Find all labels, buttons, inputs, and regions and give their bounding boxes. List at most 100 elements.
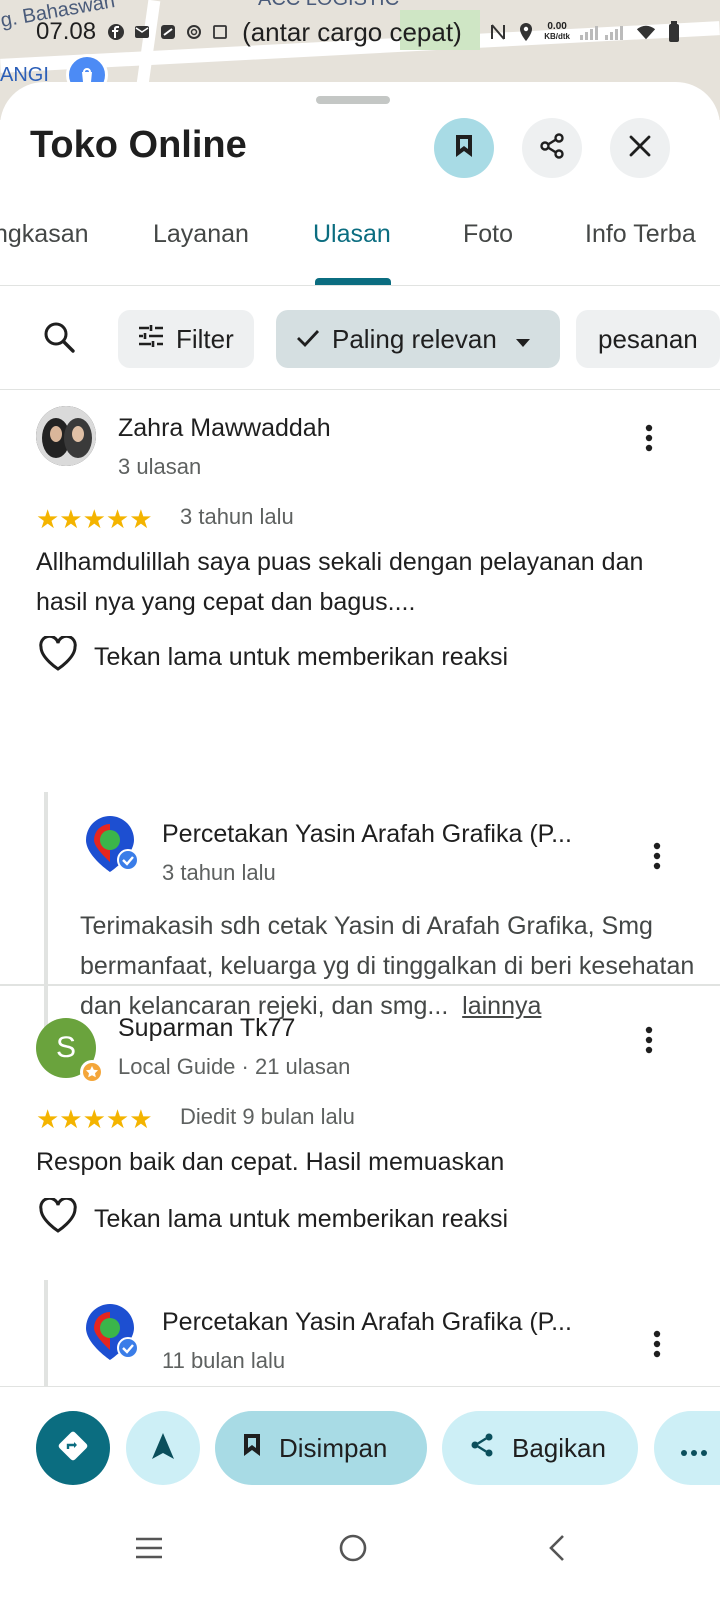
system-navigation-bar — [0, 1504, 720, 1600]
bookmark-icon — [453, 133, 475, 164]
review-text: Allhamdulillah saya puas sekali dengan p… — [36, 548, 644, 616]
home-button[interactable] — [331, 1528, 375, 1572]
review-text: Respon baik dan cepat. Hasil memuaskan — [36, 1148, 505, 1176]
directions-icon — [55, 1428, 91, 1469]
saved-label: Disimpan — [279, 1432, 388, 1463]
filter-chip[interactable]: Filter — [118, 310, 254, 368]
tab-ringkasan[interactable]: ngkasan — [0, 220, 89, 249]
nfc-icon — [488, 22, 508, 42]
review-card: S Suparman Tk77 Local Guide · 21 ulasan … — [0, 986, 720, 1386]
more-vert-icon — [653, 842, 661, 875]
menu-icon — [134, 1536, 164, 1565]
map-label: (antar cargo cepat) — [242, 16, 462, 47]
status-bar: 07.08 (antar cargo cepat) 0.00 KB/dtk — [0, 14, 720, 50]
react-button[interactable]: Tekan lama untuk memberikan reaksi — [38, 634, 509, 679]
react-button[interactable]: Tekan lama untuk memberikan reaksi — [38, 1196, 509, 1241]
openai-icon — [184, 22, 204, 42]
network-speed-value: 0.00 — [547, 21, 567, 32]
dropdown-arrow-icon — [515, 324, 531, 355]
sort-chip[interactable]: Paling relevan — [276, 310, 560, 368]
reviewer-name[interactable]: Zahra Mawwaddah — [118, 414, 331, 443]
place-sheet: Toko Online ngkasan Layanan Ulasan Foto … — [0, 82, 720, 1600]
save-button[interactable] — [434, 118, 494, 178]
more-horiz-icon — [680, 1433, 708, 1464]
facebook-icon — [106, 22, 126, 42]
tune-icon — [138, 324, 164, 355]
reaction-hint: Tekan lama untuk memberikan reaksi — [94, 643, 509, 671]
wifi-icon — [636, 22, 656, 42]
map-label: ACC LOGISTIC — [258, 0, 399, 11]
reviewer-meta: Local Guide · 21 ulasan — [118, 1054, 351, 1079]
share-icon — [538, 132, 566, 165]
star-rating: ★★★★★ — [36, 506, 153, 532]
status-time: 07.08 — [36, 18, 97, 45]
signal-icon — [578, 22, 628, 42]
more-options-button[interactable] — [634, 420, 664, 460]
local-guide-badge-icon — [80, 1060, 104, 1084]
owner-reply: Percetakan Yasin Arafah Grafika (P... 11… — [44, 1280, 704, 1386]
tab-layanan[interactable]: Layanan — [153, 220, 249, 249]
heart-icon — [38, 1196, 78, 1241]
bookmark-icon — [241, 1432, 263, 1465]
more-options-button[interactable] — [642, 1326, 672, 1366]
owner-logo[interactable] — [84, 1302, 140, 1362]
share-action-button[interactable]: Bagikan — [442, 1411, 638, 1485]
reaction-hint: Tekan lama untuk memberikan reaksi — [94, 1205, 509, 1233]
share-icon — [468, 1431, 496, 1466]
review-date: 3 tahun lalu — [180, 504, 294, 529]
back-button[interactable] — [535, 1528, 579, 1572]
directions-button[interactable] — [36, 1411, 110, 1485]
more-actions-button[interactable] — [654, 1411, 720, 1485]
place-title: Toko Online — [30, 124, 247, 166]
recent-apps-button[interactable] — [127, 1528, 171, 1572]
action-bar: Disimpan Bagikan — [0, 1386, 720, 1504]
topic-chip[interactable]: pesanan — [576, 310, 720, 368]
review-card: Zahra Mawwaddah 3 ulasan ★★★★★ 3 tahun l… — [0, 390, 720, 1038]
tab-foto[interactable]: Foto — [463, 220, 513, 249]
review-date: Diedit 9 bulan lalu — [180, 1104, 355, 1129]
search-icon — [42, 320, 76, 359]
check-icon — [296, 324, 320, 355]
location-icon — [516, 22, 536, 42]
star-rating-icons: ★★★★★ — [36, 504, 153, 534]
reviewer-meta: 3 ulasan — [118, 454, 202, 479]
reviewer-avatar[interactable] — [36, 406, 96, 466]
star-rating-icons: ★★★★★ — [36, 1104, 153, 1134]
sort-chip-label: Paling relevan — [332, 323, 497, 354]
topic-chip-label: pesanan — [598, 323, 698, 354]
saved-button[interactable]: Disimpan — [215, 1411, 427, 1485]
more-vert-icon — [645, 424, 653, 457]
navigation-arrow-icon — [150, 1431, 176, 1466]
more-options-button[interactable] — [634, 1022, 664, 1062]
review-filters: Filter Paling relevan pesanan — [0, 286, 720, 390]
owner-name[interactable]: Percetakan Yasin Arafah Grafika (P... — [162, 1308, 572, 1337]
active-tab-indicator — [315, 278, 391, 285]
tab-info-terbaru[interactable]: Info Terba — [585, 220, 696, 249]
system-icons: 0.00 KB/dtk — [488, 21, 684, 42]
tab-bar: ngkasan Layanan Ulasan Foto Info Terba — [0, 202, 720, 286]
network-speed-unit: KB/dtk — [544, 32, 570, 41]
home-circle-icon — [338, 1533, 368, 1568]
owner-logo[interactable] — [84, 814, 140, 874]
avatar-letter: S — [55, 1031, 76, 1064]
owner-name[interactable]: Percetakan Yasin Arafah Grafika (P... — [162, 820, 572, 849]
notification-icons: (antar cargo cepat) — [106, 17, 462, 48]
tab-ulasan[interactable]: Ulasan — [313, 220, 391, 249]
owner-reply-date: 11 bulan lalu — [162, 1348, 286, 1373]
share-label: Bagikan — [512, 1432, 606, 1463]
reviewer-name[interactable]: Suparman Tk77 — [118, 1014, 295, 1043]
share-button[interactable] — [522, 118, 582, 178]
drag-handle[interactable] — [316, 96, 390, 104]
star-rating: ★★★★★ — [36, 1106, 153, 1132]
start-navigation-button[interactable] — [126, 1411, 200, 1485]
screenshot-icon — [210, 22, 230, 42]
network-speed: 0.00 KB/dtk — [544, 22, 570, 42]
back-chevron-icon — [547, 1534, 567, 1567]
more-vert-icon — [645, 1026, 653, 1059]
search-reviews-button[interactable] — [36, 316, 82, 362]
close-button[interactable] — [610, 118, 670, 178]
more-options-button[interactable] — [642, 838, 672, 878]
app-icon — [158, 22, 178, 42]
close-icon — [628, 134, 652, 163]
battery-icon — [664, 21, 684, 42]
